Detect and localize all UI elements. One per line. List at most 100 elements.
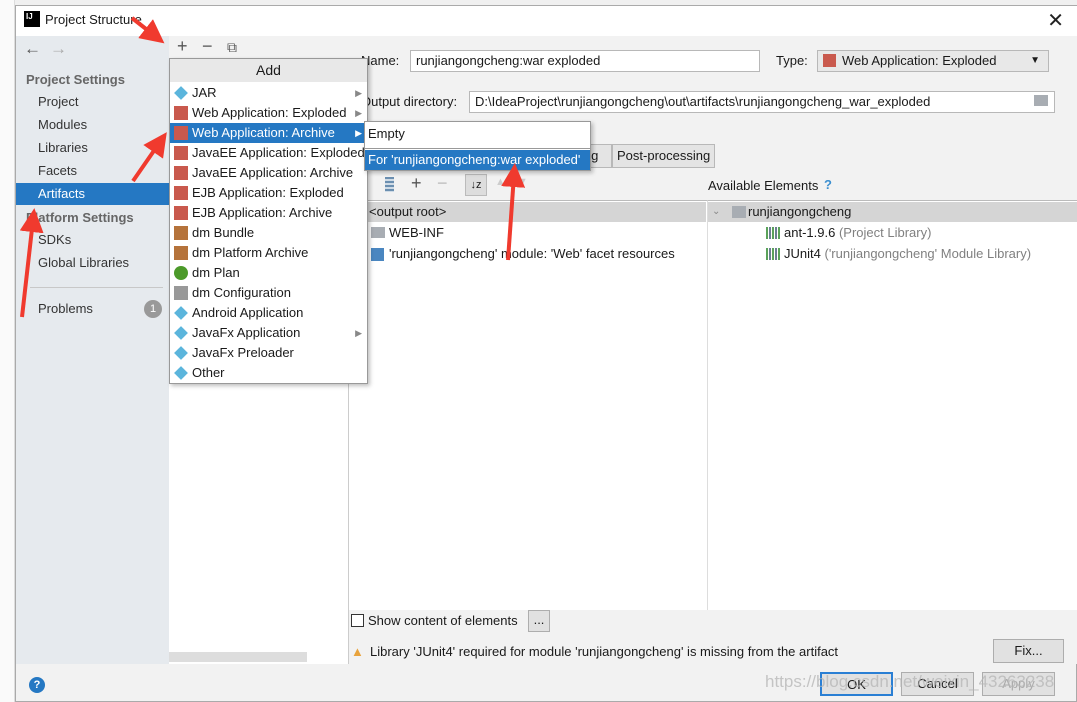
folder-icon[interactable] [1034, 95, 1048, 106]
output-directory-label: Output directory: [361, 94, 458, 109]
jar-icon [174, 366, 188, 380]
menu-item[interactable]: Android Application [170, 303, 367, 323]
module-name: runjiangongcheng [748, 204, 852, 219]
menu-item[interactable]: Web Application: Archive ▶ [170, 123, 367, 143]
fix-button[interactable]: Fix... [993, 639, 1064, 663]
menu-item-label: JAR [192, 85, 217, 100]
folder-icon [371, 227, 385, 238]
menu-item-label: JavaEE Application: Exploded [192, 145, 365, 160]
tree-row-label: 'runjiangongcheng' module: 'Web' facet r… [389, 246, 675, 261]
help-button[interactable]: ? [29, 677, 45, 693]
menu-header: Add [170, 59, 367, 82]
available-row-library[interactable]: ant-1.9.6 (Project Library) [766, 223, 931, 243]
submenu-arrow-icon: ▶ [355, 328, 362, 338]
copy-icon[interactable]: ⧉ [227, 39, 237, 56]
close-icon[interactable]: ✕ [1047, 8, 1064, 33]
remove-element-icon[interactable]: − [437, 173, 448, 194]
submenu-arrow-icon: ▶ [355, 128, 362, 138]
watermark: https://blog.csdn.net/weixin_43263238 [765, 672, 1055, 691]
menu-item-label: JavaFx Application [192, 325, 301, 340]
web-app-icon [823, 54, 836, 67]
available-elements-label: Available Elements [708, 178, 819, 193]
sidebar-item-facets[interactable]: Facets [16, 160, 169, 182]
web-facet-icon [371, 248, 384, 261]
name-input[interactable]: runjiangongcheng:war exploded [410, 50, 760, 72]
file-icon [174, 286, 188, 300]
menu-item[interactable]: Other [170, 363, 367, 383]
menu-item[interactable]: JavaEE Application: Archive [170, 163, 367, 183]
menu-item[interactable]: JavaFx Application ▶ [170, 323, 367, 343]
add-copy-icon[interactable]: + [411, 173, 422, 194]
tree-row-web-inf[interactable]: WEB-INF [371, 223, 444, 243]
output-directory-input[interactable]: D:\IdeaProject\runjiangongcheng\out\arti… [469, 91, 1055, 113]
menu-item-label: dm Configuration [192, 285, 291, 300]
type-select[interactable]: Web Application: Exploded ▼ [817, 50, 1049, 72]
menu-item[interactable]: EJB Application: Exploded [170, 183, 367, 203]
menu-item[interactable]: JavaFx Preloader [170, 343, 367, 363]
sidebar-item-artifacts[interactable]: Artifacts [16, 183, 169, 205]
problems-count-badge: 1 [144, 300, 162, 318]
jar-icon [174, 86, 188, 100]
submenu-item-for-war-exploded[interactable]: For 'runjiangongcheng:war exploded' [365, 150, 590, 170]
menu-item[interactable]: dm Plan [170, 263, 367, 283]
menu-item-label: Android Application [192, 305, 304, 320]
move-down-icon[interactable]: ▼ [517, 176, 528, 188]
add-icon[interactable]: + [177, 36, 188, 57]
window-title: Project Structure [45, 12, 142, 27]
show-content-checkbox[interactable] [351, 614, 364, 627]
tree-row-label: WEB-INF [389, 225, 444, 240]
sidebar-item-libraries[interactable]: Libraries [16, 137, 169, 159]
menu-item[interactable]: Web Application: Exploded ▶ [170, 103, 367, 123]
menu-item-label: dm Plan [192, 265, 240, 280]
submenu-arrow-icon: ▶ [355, 108, 362, 118]
menu-item-label: dm Bundle [192, 225, 255, 240]
dm-bundle-icon [174, 226, 188, 240]
menu-item[interactable]: JavaEE Application: Exploded [170, 143, 367, 163]
library-icon [766, 227, 780, 239]
warning-message: Library 'JUnit4' required for module 'ru… [370, 644, 839, 659]
chevron-down-icon[interactable]: ⌄ [712, 202, 720, 222]
forward-arrow-icon[interactable]: → [50, 39, 67, 59]
sort-az-icon[interactable]: ↓z [465, 174, 487, 196]
background-editor [0, 0, 15, 702]
tab-post-processing[interactable]: Post-processing [612, 144, 716, 168]
tree-row-output-root[interactable]: <output root> [349, 202, 706, 222]
remove-icon[interactable]: − [202, 36, 213, 57]
warning-icon: ▲ [351, 644, 364, 659]
help-icon[interactable]: ? [824, 177, 832, 192]
type-label: Type: [776, 53, 808, 68]
sidebar-item-project[interactable]: Project [16, 91, 169, 113]
library-icon [766, 248, 780, 260]
library-note: (Project Library) [838, 225, 932, 240]
dm-bundle-icon [174, 246, 188, 260]
library-name: JUnit4 [784, 246, 821, 261]
sidebar-item-sdks[interactable]: SDKs [16, 229, 169, 251]
submenu-item-empty[interactable]: Empty [365, 124, 590, 144]
chevron-down-icon: ▼ [1030, 55, 1040, 66]
show-content-options-button[interactable]: ... [528, 610, 550, 632]
sidebar-item-modules[interactable]: Modules [16, 114, 169, 136]
available-row-module[interactable]: ⌄ runjiangongcheng [708, 202, 1077, 222]
menu-item[interactable]: EJB Application: Archive [170, 203, 367, 223]
move-up-icon[interactable]: ▲ [495, 176, 506, 188]
back-arrow-icon[interactable]: ← [24, 39, 41, 59]
menu-item-label: EJB Application: Exploded [192, 185, 344, 200]
menu-item[interactable]: dm Platform Archive [170, 243, 367, 263]
jar-icon [174, 326, 188, 340]
menu-item[interactable]: JAR ▶ [170, 83, 367, 103]
horizontal-scrollbar[interactable] [169, 652, 307, 662]
menu-item[interactable]: dm Configuration [170, 283, 367, 303]
submenu-arrow-icon: ▶ [355, 88, 362, 98]
available-row-library[interactable]: JUnit4 ('runjiangongcheng' Module Librar… [766, 244, 1031, 264]
type-value: Web Application: Exploded [842, 53, 997, 68]
ejb-icon [174, 206, 188, 220]
menu-item-label: JavaEE Application: Archive [192, 165, 354, 180]
menu-item[interactable]: dm Bundle [170, 223, 367, 243]
tree-row-facet-resources[interactable]: 'runjiangongcheng' module: 'Web' facet r… [371, 244, 675, 264]
archive-icon[interactable] [385, 177, 394, 192]
library-note: ('runjiangongcheng' Module Library) [824, 246, 1032, 261]
menu-item-label: Web Application: Archive [192, 125, 335, 140]
sidebar-item-global-libraries[interactable]: Global Libraries [16, 252, 169, 274]
ejb-icon [174, 186, 188, 200]
jar-icon [174, 306, 188, 320]
